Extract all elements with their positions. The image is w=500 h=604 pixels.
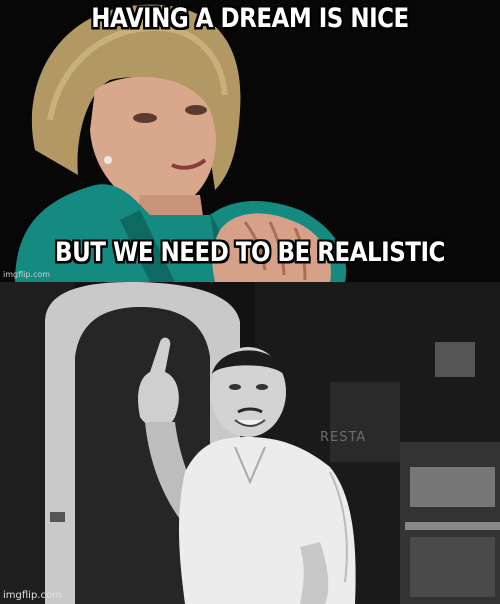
caption-top: HAVING A DREAM IS NICE: [91, 4, 409, 34]
imgflip-watermark: imgflip.com: [3, 270, 51, 279]
caption-bottom: BUT WE NEED TO BE REALISTIC: [55, 238, 445, 268]
restaurant-sign-text: RESTA: [320, 430, 367, 445]
imgflip-watermark-bottom: imgflip.com: [3, 590, 62, 601]
bottom-panel-photo: [0, 282, 500, 604]
bottom-meme-panel: RESTA imgflip.com: [0, 282, 500, 604]
top-meme-panel: HAVING A DREAM IS NICE BUT WE NEED TO BE…: [0, 0, 500, 282]
